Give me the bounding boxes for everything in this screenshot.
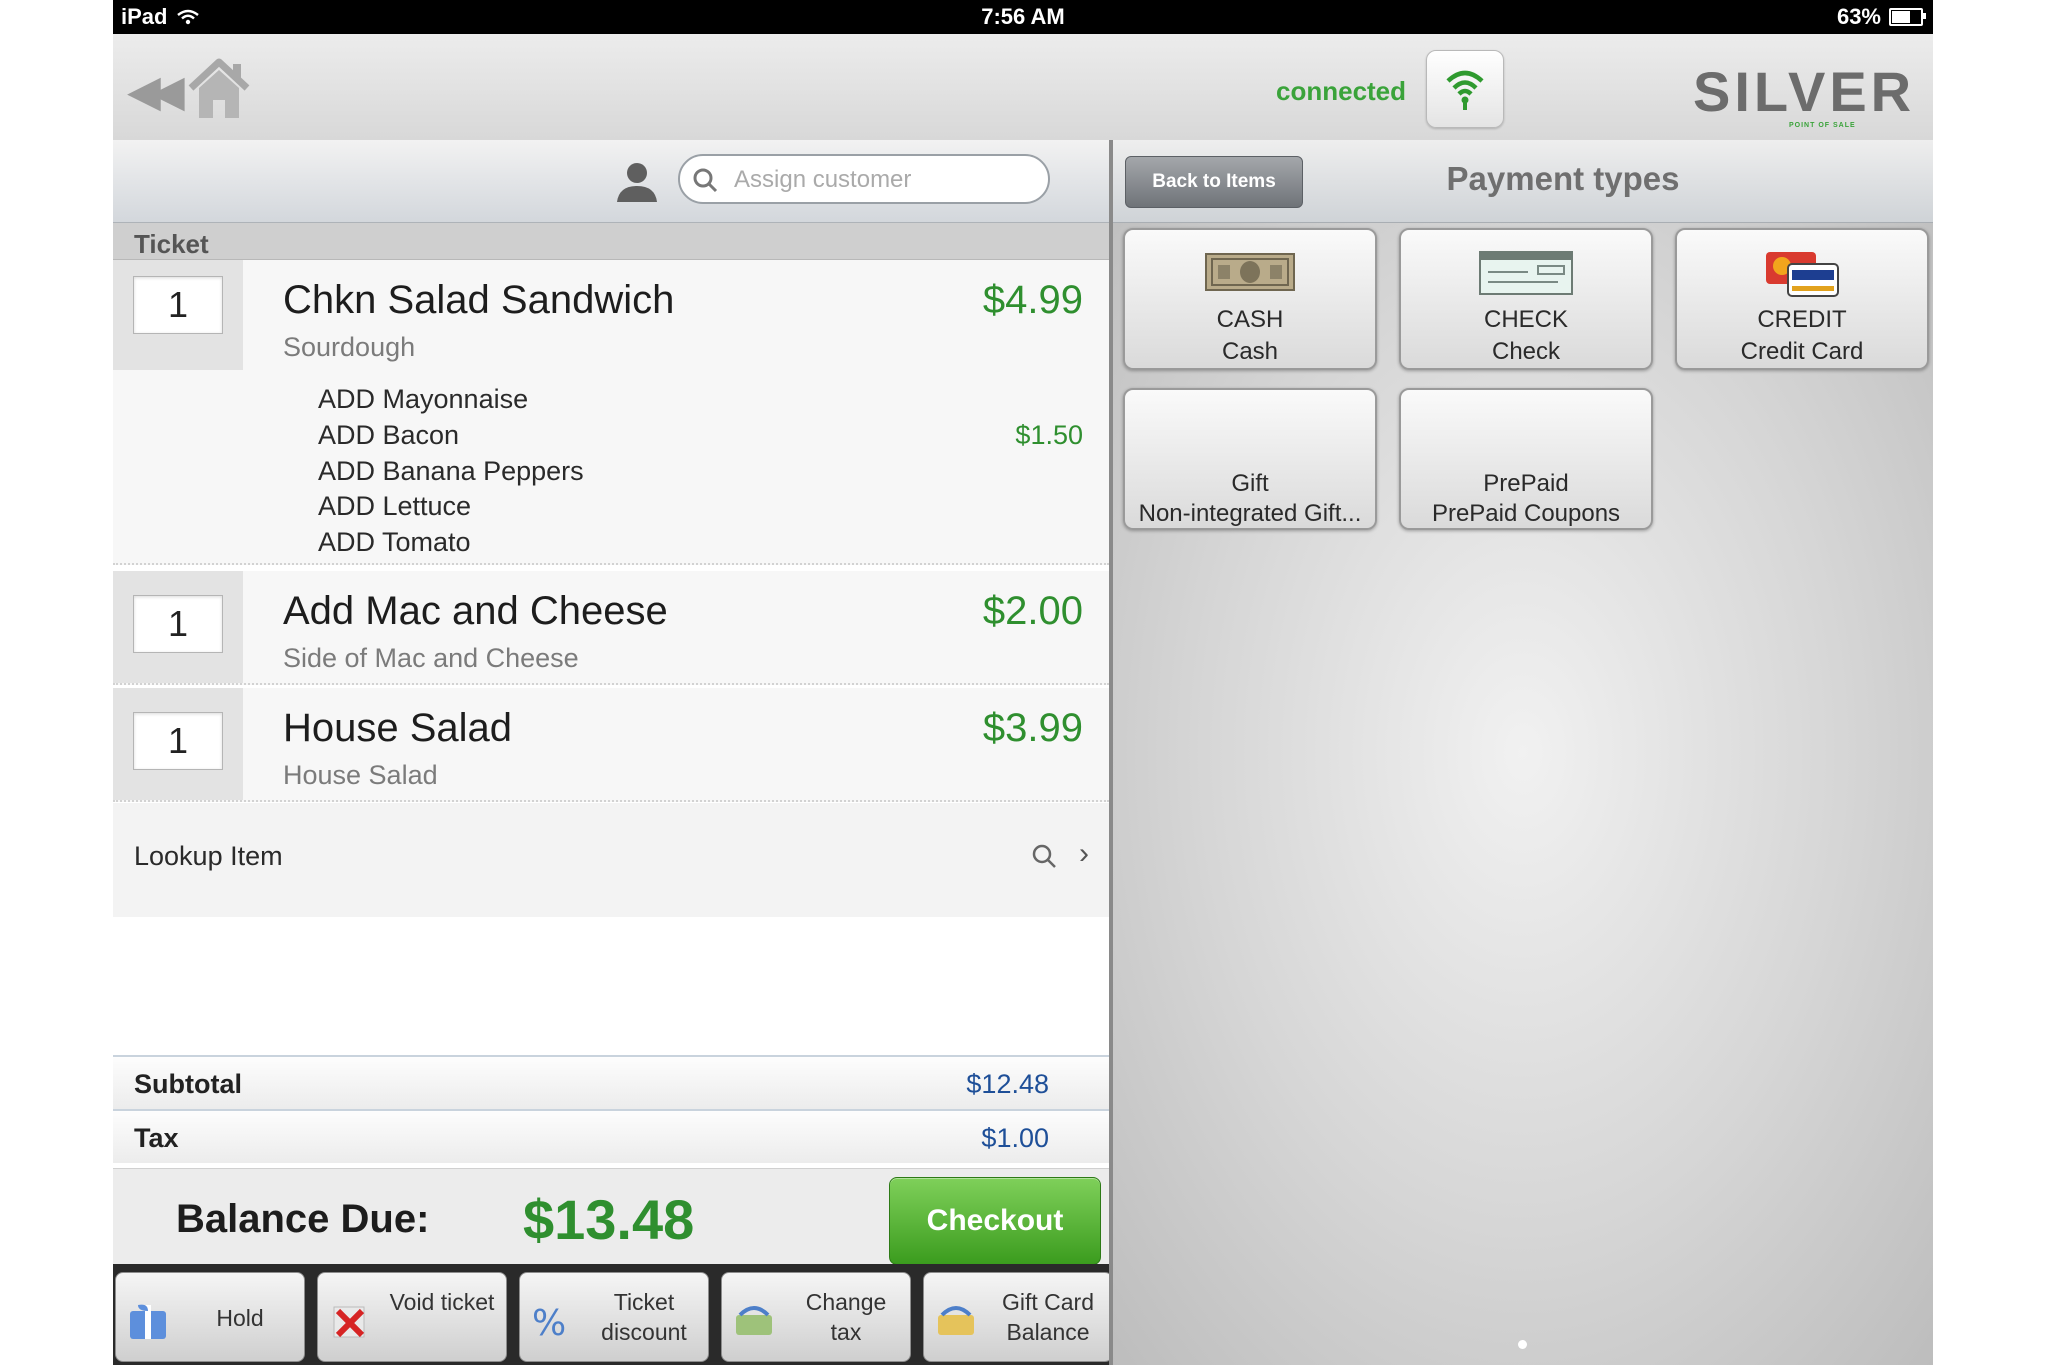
subtotal-label: Subtotal — [134, 1069, 242, 1099]
connection-button[interactable] — [1426, 50, 1504, 128]
item-price: $3.99 — [982, 706, 1083, 750]
app-screen: iPad 7:56 AM 63% ◀◀ connected SILVER POI… — [113, 0, 1933, 1365]
payment-types-title: Payment types — [1446, 160, 1680, 197]
qty-column: 1 — [113, 688, 243, 800]
back-to-items-button[interactable]: Back to Items — [1125, 156, 1303, 208]
payment-credit-button[interactable]: CREDIT Credit Card — [1675, 228, 1929, 370]
search-icon — [693, 168, 718, 193]
modifier: ADD Banana Peppers — [318, 456, 584, 486]
item-subtitle: House Salad — [283, 760, 438, 790]
payment-name: Credit Card — [1740, 338, 1864, 365]
payment-name: Check — [1491, 338, 1561, 365]
wifi-icon — [1446, 70, 1484, 110]
payment-code: CHECK — [1483, 306, 1568, 333]
ticket-action-bar: Hold Void ticket % Ticket discount Chang… — [113, 1264, 1109, 1365]
logo-subtext: POINT OF SALE — [1789, 122, 1856, 129]
ticket-line-item[interactable]: 1 House Salad House Salad $3.99 — [113, 688, 1109, 802]
subtotal-value: $12.48 — [966, 1069, 1049, 1099]
payment-name: PrePaid Coupons — [1431, 500, 1621, 527]
void-ticket-label: Void ticket — [389, 1289, 495, 1315]
customer-bar — [113, 140, 1109, 223]
qty-column: 1 — [113, 571, 243, 683]
assign-customer-search[interactable] — [678, 154, 1050, 204]
modifier: ADD Lettuce — [318, 491, 472, 521]
battery-percent: 63% — [1836, 4, 1881, 29]
gift-card-balance-button[interactable]: Gift Card Balance — [923, 1272, 1109, 1362]
ticket-line-item[interactable]: 1 Chkn Salad Sandwich Sourdough $4.99 AD… — [113, 260, 1109, 565]
chevron-right-icon: › — [1079, 837, 1089, 870]
item-name: Add Mac and Cheese — [283, 589, 668, 633]
balance-due-label: Balance Due: — [176, 1197, 430, 1241]
percent-icon: % — [532, 1303, 566, 1341]
modifier-price: $1.50 — [1015, 420, 1083, 450]
status-time: 7:56 AM — [981, 4, 1065, 29]
home-icon[interactable] — [183, 52, 255, 124]
ticket-discount-button[interactable]: % Ticket discount — [519, 1272, 709, 1362]
gift-box-icon — [130, 1304, 166, 1339]
qty-column: 1 — [113, 260, 243, 370]
ticket-header: Ticket — [113, 223, 1109, 260]
payment-code: PrePaid — [1483, 470, 1569, 497]
tax-label: Tax — [134, 1123, 179, 1153]
payment-code: CREDIT — [1757, 306, 1847, 333]
item-name: House Salad — [283, 706, 513, 750]
payment-cash-button[interactable]: CASH Cash — [1123, 228, 1377, 370]
item-price: $4.99 — [982, 278, 1083, 322]
payment-name: Non-integrated Gift... — [1138, 500, 1362, 527]
ticket-line-item[interactable]: 1 Add Mac and Cheese Side of Mac and Che… — [113, 571, 1109, 685]
silver-logo: SILVER POINT OF SALE — [1693, 60, 1916, 130]
top-header: ◀◀ connected SILVER POINT OF SALE — [113, 34, 1933, 141]
payment-gift-button[interactable]: Gift Non-integrated Gift... — [1123, 388, 1377, 530]
subtotal-row: Subtotal $12.48 — [113, 1055, 1109, 1109]
credit-card-icon — [1766, 252, 1839, 297]
ticket-panel: Ticket 1 Chkn Salad Sandwich Sourdough $… — [113, 140, 1109, 1365]
red-x-icon — [333, 1306, 365, 1338]
back-arrows-icon[interactable]: ◀◀ — [127, 70, 185, 114]
page-indicator-dot — [1518, 1340, 1527, 1349]
item-price: $2.00 — [982, 589, 1083, 633]
cash-icon — [1205, 253, 1295, 291]
item-name: Chkn Salad Sandwich — [283, 278, 675, 322]
lookup-item-row[interactable]: Lookup Item › — [113, 803, 1109, 917]
gift-card-balance-label: Gift Card Balance — [1001, 1289, 1095, 1345]
status-bar: iPad 7:56 AM 63% — [113, 0, 1933, 34]
item-subtitle: Side of Mac and Cheese — [283, 643, 579, 673]
payment-name: Cash — [1221, 338, 1279, 365]
tax-row: Tax $1.00 — [113, 1109, 1109, 1163]
ticket-header-label: Ticket — [134, 229, 209, 259]
lookup-item-label: Lookup Item — [134, 841, 283, 871]
checkout-button[interactable]: Checkout — [889, 1177, 1101, 1265]
hold-button[interactable]: Hold — [115, 1272, 305, 1362]
payment-prepaid-button[interactable]: PrePaid PrePaid Coupons — [1399, 388, 1653, 530]
quantity-field[interactable]: 1 — [133, 276, 223, 334]
modifier: ADD Tomato — [318, 527, 471, 557]
balance-due-row: Balance Due: $13.48 Checkout — [113, 1168, 1109, 1265]
item-subtitle: Sourdough — [283, 332, 416, 362]
balance-due-value: $13.48 — [523, 1188, 695, 1251]
connection-status: connected — [1276, 76, 1407, 106]
tax-value: $1.00 — [981, 1123, 1049, 1153]
payment-check-button[interactable]: CHECK Check — [1399, 228, 1653, 370]
svg-text:%: % — [532, 1303, 566, 1341]
change-tax-label: Change tax — [805, 1289, 887, 1345]
person-icon[interactable] — [613, 160, 661, 204]
quantity-field[interactable]: 1 — [133, 595, 223, 653]
gift-card-icon — [938, 1306, 974, 1335]
assign-customer-input[interactable] — [732, 164, 1036, 196]
battery-icon — [1889, 8, 1926, 26]
hold-label: Hold — [216, 1305, 264, 1331]
payment-header: Back to Items Payment types — [1113, 140, 1933, 223]
check-icon — [1479, 251, 1573, 295]
payment-code: CASH — [1216, 306, 1284, 333]
void-ticket-button[interactable]: Void ticket — [317, 1272, 507, 1362]
ticket-discount-label: Ticket discount — [601, 1289, 687, 1345]
payment-panel: Back to Items Payment types CASH Cash CH… — [1113, 140, 1933, 1365]
modifier: ADD Mayonnaise — [318, 384, 529, 414]
quantity-field[interactable]: 1 — [133, 712, 223, 770]
change-tax-icon — [736, 1306, 772, 1335]
payment-code: Gift — [1231, 470, 1269, 497]
search-icon — [1032, 844, 1056, 868]
change-tax-button[interactable]: Change tax — [721, 1272, 911, 1362]
modifier: ADD Bacon — [318, 420, 460, 450]
